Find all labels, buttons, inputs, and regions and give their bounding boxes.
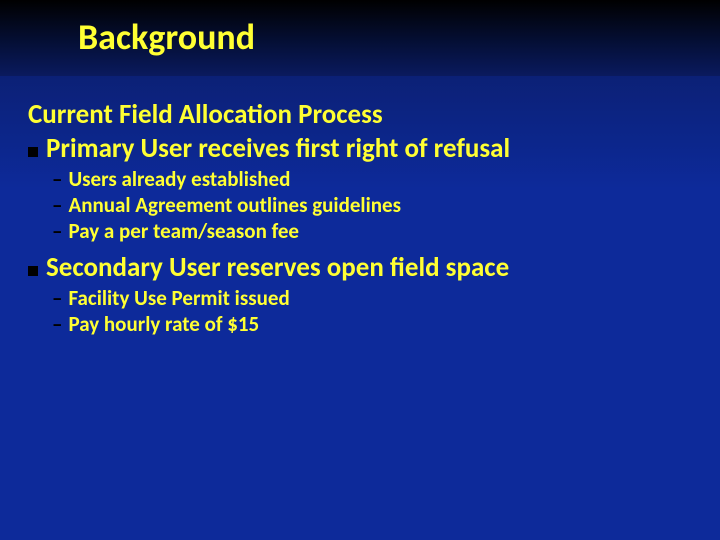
bullet-secondary: Secondary User reserves open field space [28, 252, 692, 284]
sub-bullet-text: Facility Use Permit issued [68, 286, 289, 311]
sub-bullet-text: Users already established [68, 167, 290, 192]
bullet-primary-text: Primary User receives first right of ref… [46, 133, 510, 165]
sub-bullet: – Facility Use Permit issued [52, 286, 692, 311]
dash-icon: – [52, 286, 62, 311]
slide-content: Current Field Allocation Process Primary… [0, 76, 720, 338]
sub-bullet: – Pay hourly rate of $15 [52, 312, 692, 337]
dash-icon: – [52, 167, 62, 192]
slide-title: Background [78, 18, 720, 58]
sub-bullet-text: Pay hourly rate of $15 [68, 312, 259, 337]
slide: Background Current Field Allocation Proc… [0, 0, 720, 540]
dash-icon: – [52, 312, 62, 337]
dash-icon: – [52, 193, 62, 218]
title-bar: Background [0, 0, 720, 76]
dash-icon: – [52, 219, 62, 244]
sub-bullet-text: Annual Agreement outlines guidelines [68, 193, 401, 218]
sub-bullet: – Annual Agreement outlines guidelines [52, 193, 692, 218]
bullet-secondary-text: Secondary User reserves open field space [46, 252, 509, 284]
square-bullet-icon [28, 266, 38, 276]
sub-bullet: – Pay a per team/season fee [52, 219, 692, 244]
sub-bullet: – Users already established [52, 167, 692, 192]
content-heading: Current Field Allocation Process [28, 98, 692, 131]
sub-bullet-text: Pay a per team/season fee [68, 219, 299, 244]
square-bullet-icon [28, 147, 38, 157]
bullet-primary: Primary User receives first right of ref… [28, 133, 692, 165]
